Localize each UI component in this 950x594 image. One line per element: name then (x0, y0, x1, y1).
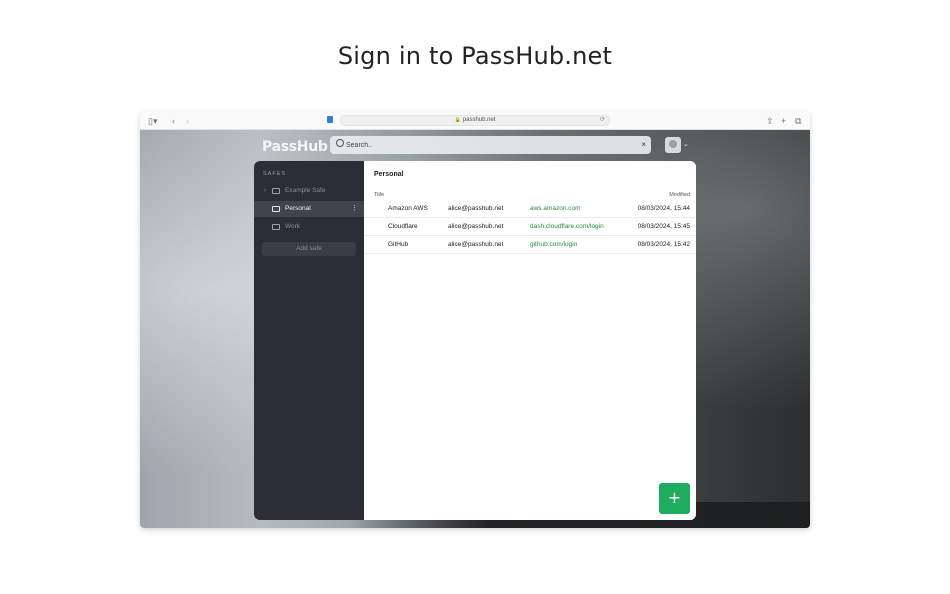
item-title: Amazon AWS (388, 205, 428, 212)
tab-overview-icon[interactable]: ⧉ (795, 115, 801, 127)
folder-icon (272, 206, 280, 212)
folder-icon (272, 224, 280, 230)
chevron-right-icon[interactable]: › (264, 183, 266, 199)
safe-label: Personal (285, 205, 311, 212)
privacy-lock-icon[interactable] (327, 116, 333, 123)
item-url[interactable]: dash.cloudflare.com/login (530, 218, 604, 236)
browser-toolbar: ▯▾ ‹ › 🔒 passhub.net ⟳ ⇪ + ⧉ (140, 112, 810, 130)
sidebar-item-example-safe[interactable]: › Example Safe (254, 183, 364, 199)
table-row[interactable]: Amazon AWS alice@passhub.net aws.amazon.… (364, 200, 696, 218)
browser-window: ▯▾ ‹ › 🔒passhub.net ⟳ ⇪ + ⧉ PassHub × ⌄ … (140, 112, 810, 528)
avatar[interactable] (665, 137, 681, 153)
app-logo[interactable]: PassHub (262, 139, 328, 155)
items-panel: Personal Title Modified Amazon AWS alice… (364, 161, 696, 520)
app-panel: SAFES › Example Safe Personal ⋮ Work Add… (254, 161, 696, 520)
search-input[interactable] (346, 138, 626, 152)
chevron-down-icon[interactable]: ⌄ (683, 140, 689, 148)
reload-icon[interactable]: ⟳ (600, 116, 605, 125)
item-title: GitHub (388, 241, 409, 248)
page-content: PassHub × ⌄ SAFES › Example Safe Persona… (140, 130, 810, 528)
safe-title: Personal (374, 171, 404, 178)
more-options-icon[interactable]: ⋮ (351, 201, 358, 217)
column-header-modified[interactable]: Modified (669, 192, 690, 198)
add-item-button[interactable]: + (659, 483, 690, 514)
item-url[interactable]: github.com/login (530, 236, 577, 254)
column-header-title[interactable]: Title (374, 192, 384, 198)
item-modified: 08/03/2024, 15:42 (637, 241, 690, 248)
safe-label: Example Safe (285, 187, 326, 194)
back-icon[interactable]: ‹ (172, 115, 175, 127)
sidebar-item-work[interactable]: Work (254, 219, 364, 235)
item-url[interactable]: aws.amazon.com (530, 200, 581, 218)
safe-label: Work (285, 223, 301, 230)
item-modified: 08/03/2024, 15:45 (637, 223, 690, 230)
sidebar: SAFES › Example Safe Personal ⋮ Work Add… (254, 161, 364, 520)
item-modified: 08/03/2024, 15:44 (637, 205, 690, 212)
item-username: alice@passhub.net (448, 205, 504, 212)
item-username: alice@passhub.net (448, 241, 504, 248)
table-row[interactable]: GitHub alice@passhub.net github.com/logi… (364, 236, 696, 254)
search-icon (336, 139, 344, 147)
page-headline: Sign in to PassHub.net (337, 42, 613, 70)
lock-icon: 🔒 (454, 117, 461, 123)
share-icon[interactable]: ⇪ (766, 115, 774, 127)
sidebar-heading: SAFES (263, 171, 287, 177)
add-safe-button[interactable]: Add safe (262, 242, 356, 256)
sidebar-item-personal[interactable]: Personal ⋮ (254, 201, 364, 217)
new-tab-icon[interactable]: + (781, 115, 786, 127)
address-url: passhub.net (462, 117, 496, 123)
address-bar[interactable]: 🔒 passhub.net ⟳ (340, 115, 610, 126)
sidebar-toggle-icon[interactable]: ▯▾ (148, 115, 157, 127)
forward-icon[interactable]: › (186, 115, 189, 127)
table-row[interactable]: Cloudflare alice@passhub.net dash.cloudf… (364, 218, 696, 236)
search-box[interactable]: × (330, 136, 651, 154)
item-title: Cloudflare (388, 223, 418, 230)
clear-search-icon[interactable]: × (641, 139, 646, 151)
folder-icon (272, 188, 280, 194)
item-username: alice@passhub.net (448, 223, 504, 230)
